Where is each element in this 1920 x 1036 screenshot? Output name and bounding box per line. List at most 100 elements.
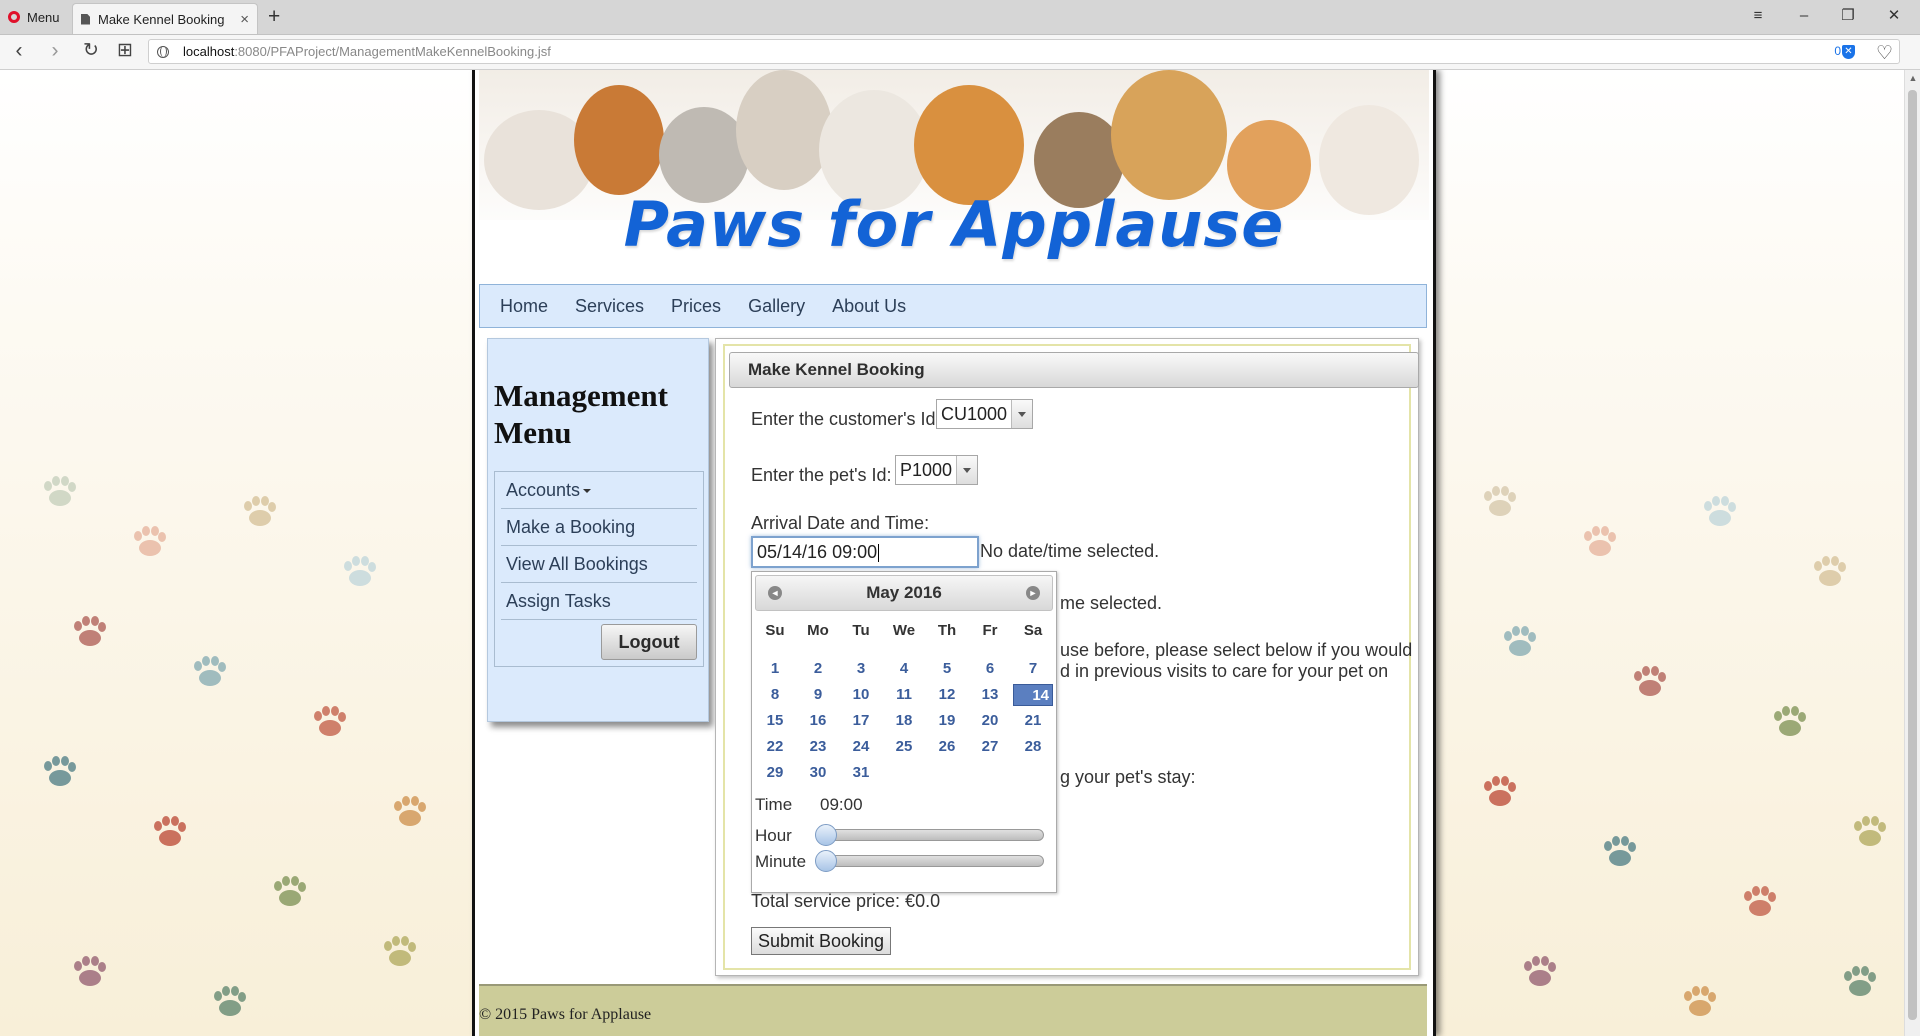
weekday-header: Fr — [982, 622, 998, 639]
arrival-label: Arrival Date and Time: — [751, 513, 930, 533]
hour-label: Hour — [755, 826, 792, 845]
site-container: Paws for Applause Home Services Prices G… — [472, 70, 1436, 1036]
forward-icon[interactable]: › — [42, 38, 68, 64]
browser-menu-button[interactable]: Menu — [0, 0, 68, 34]
calendar-day[interactable]: 1 — [755, 658, 795, 680]
calendar-day[interactable]: 22 — [755, 736, 795, 758]
calendar-day[interactable]: 9 — [798, 684, 838, 706]
top-navigation: Home Services Prices Gallery About Us — [479, 284, 1427, 328]
departure-status: me selected. — [1060, 593, 1163, 613]
selected-day[interactable]: 14 — [1013, 684, 1053, 706]
page-scrollbar[interactable]: ▲ — [1904, 70, 1920, 1036]
shield-icon[interactable]: ✕ — [1842, 45, 1855, 59]
site-footer: © 2015 Paws for Applause — [479, 984, 1427, 1036]
minute-slider-handle[interactable] — [815, 850, 837, 872]
minute-slider[interactable] — [815, 850, 1044, 872]
calendar-day[interactable]: 13 — [970, 684, 1010, 706]
tab-menu-icon[interactable]: ≡ — [1740, 2, 1776, 30]
opera-logo-icon — [8, 11, 20, 23]
customer-id-select[interactable]: CU1000 — [936, 399, 1034, 429]
history-text-line-2: d in previous visits to care for your pe… — [1060, 661, 1389, 681]
calendar-day[interactable]: 28 — [1013, 736, 1053, 758]
next-month-icon[interactable]: ► — [1026, 586, 1040, 600]
nav-services[interactable]: Services — [575, 296, 644, 317]
weekday-header: Th — [937, 622, 957, 639]
calendar-day[interactable]: 29 — [755, 762, 795, 784]
chevron-down-icon[interactable] — [956, 456, 978, 484]
calendar-day[interactable]: 5 — [927, 658, 967, 680]
url-path: :8080/PFAProject/ManagementMakeKennelBoo… — [234, 44, 551, 59]
stay-text: g your pet's stay: — [1060, 767, 1196, 787]
calendar-day[interactable]: 27 — [970, 736, 1010, 758]
calendar-day[interactable]: 12 — [927, 684, 967, 706]
calendar-day[interactable]: 3 — [841, 658, 881, 680]
booking-panel: Make Kennel Booking Enter the customer's… — [715, 338, 1419, 976]
arrival-datetime-input[interactable]: 05/14/16 09:00 — [751, 536, 979, 568]
close-window-icon[interactable]: ✕ — [1876, 2, 1912, 30]
scroll-up-icon[interactable]: ▲ — [1908, 73, 1918, 83]
hour-slider[interactable] — [815, 824, 1044, 846]
page-icon — [81, 13, 90, 25]
speed-dial-icon[interactable]: ⊞ — [112, 38, 138, 64]
nav-about-us[interactable]: About Us — [832, 296, 906, 317]
customer-id-value: CU1000 — [941, 404, 1008, 424]
calendar-day[interactable]: 17 — [841, 710, 881, 732]
calendar-day[interactable]: 23 — [798, 736, 838, 758]
page-viewport: Paws for Applause Home Services Prices G… — [0, 70, 1904, 1036]
browser-menu-label: Menu — [27, 9, 60, 25]
tab-close-icon[interactable]: × — [240, 11, 249, 28]
prev-month-icon[interactable]: ◄ — [768, 586, 782, 600]
chevron-down-icon[interactable] — [1011, 400, 1033, 428]
management-menu-title: Management Menu — [494, 378, 668, 450]
nav-prices[interactable]: Prices — [671, 296, 721, 317]
pet-id-select[interactable]: P1000 — [895, 455, 979, 485]
calendar-day[interactable]: 6 — [970, 658, 1010, 680]
scroll-thumb[interactable] — [1908, 90, 1917, 1020]
menu-item-assign-tasks[interactable]: Assign Tasks — [501, 583, 697, 620]
reload-icon[interactable]: ↻ — [78, 38, 104, 64]
arrival-datetime-value: 05/14/16 09:00 — [757, 542, 878, 562]
menu-item-make-booking[interactable]: Make a Booking — [501, 509, 697, 546]
calendar-day[interactable]: 30 — [798, 762, 838, 784]
calendar-day[interactable]: 4 — [884, 658, 924, 680]
calendar-day[interactable]: 26 — [927, 736, 967, 758]
nav-gallery[interactable]: Gallery — [748, 296, 805, 317]
calendar-day[interactable]: 15 — [755, 710, 795, 732]
browser-tab[interactable]: Make Kennel Booking × — [72, 3, 258, 34]
menu-item-view-bookings[interactable]: View All Bookings — [501, 546, 697, 583]
calendar-day[interactable]: 20 — [970, 710, 1010, 732]
calendar-day[interactable]: 16 — [798, 710, 838, 732]
calendar-day[interactable]: 10 — [841, 684, 881, 706]
calendar-day[interactable]: 11 — [884, 684, 924, 706]
minimize-icon[interactable]: – — [1786, 2, 1822, 30]
weekday-header: We — [892, 622, 916, 639]
weekday-header: Su — [765, 622, 785, 639]
calendar-day[interactable]: 18 — [884, 710, 924, 732]
calendar-day[interactable]: 19 — [927, 710, 967, 732]
management-menu-panel: Management Menu Accounts Make a Booking … — [487, 338, 709, 722]
menu-item-accounts[interactable]: Accounts — [501, 472, 697, 509]
calendar-day[interactable]: 24 — [841, 736, 881, 758]
maximize-icon[interactable]: ❐ — [1830, 2, 1866, 30]
calendar-day[interactable]: 21 — [1013, 710, 1053, 732]
back-icon[interactable]: ‹ — [6, 38, 32, 64]
logout-button[interactable]: Logout — [601, 624, 697, 660]
management-menu: Accounts Make a Booking View All Booking… — [494, 471, 704, 667]
ad-block-count: 0 — [1834, 44, 1841, 58]
calendar-day[interactable]: 25 — [884, 736, 924, 758]
url-field[interactable]: localhost:8080/PFAProject/ManagementMake… — [148, 39, 1900, 64]
globe-icon — [157, 45, 169, 58]
heart-icon[interactable]: ♡ — [1876, 42, 1893, 65]
calendar-day[interactable]: 7 — [1013, 658, 1053, 680]
nav-home[interactable]: Home — [500, 296, 548, 317]
calendar-day[interactable]: 8 — [755, 684, 795, 706]
new-tab-button[interactable]: + — [268, 4, 280, 30]
site-title: Paws for Applause — [623, 188, 1285, 261]
hour-slider-handle[interactable] — [815, 824, 837, 846]
submit-booking-button[interactable]: Submit Booking — [751, 927, 892, 955]
datetime-picker: ◄ May 2016 ► Su Mo Tu We Th Fr Sa 1 2 3 4 5 6 7 8 9 10 11… — [751, 571, 1057, 893]
pet-id-value: P1000 — [900, 460, 953, 480]
time-label: Time — [755, 795, 793, 814]
calendar-day[interactable]: 2 — [798, 658, 838, 680]
calendar-day[interactable]: 31 — [841, 762, 881, 784]
